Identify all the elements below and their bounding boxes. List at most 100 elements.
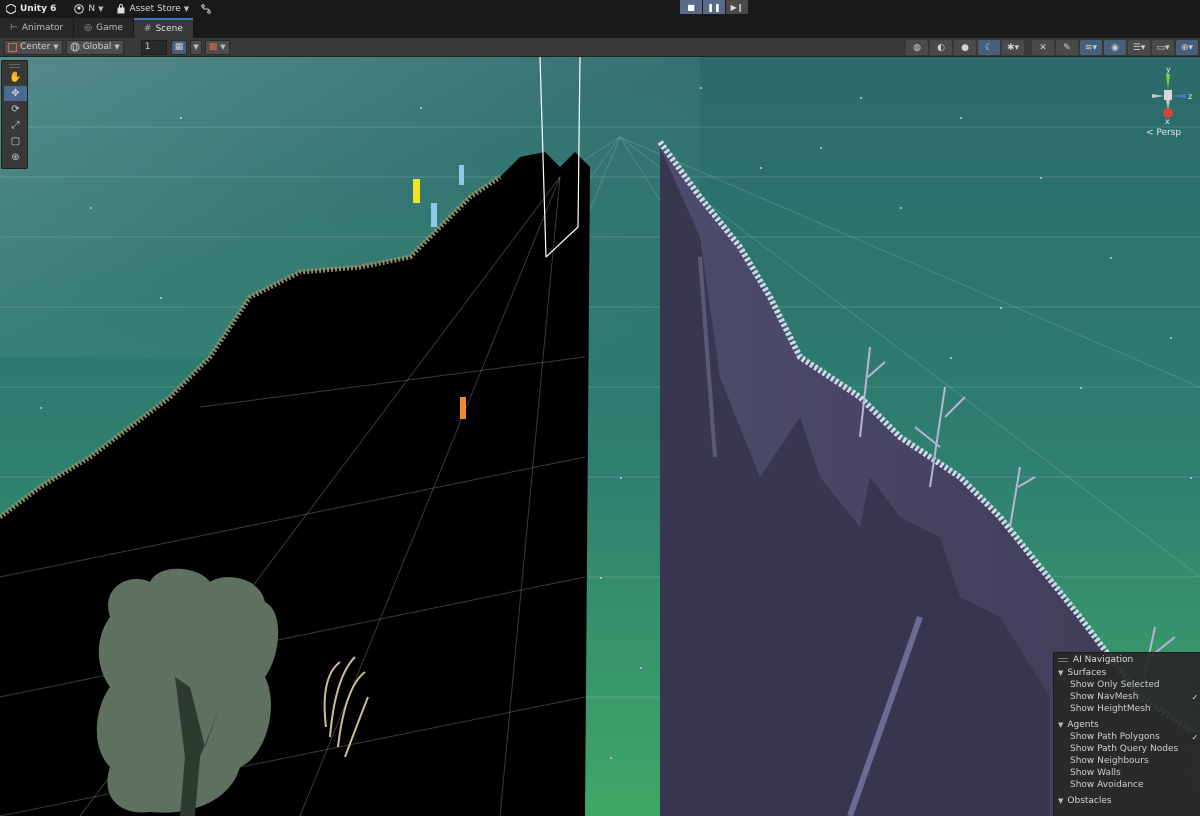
checkbox[interactable]: [1190, 744, 1200, 754]
grid-hash-icon: #: [143, 24, 152, 34]
option-show-heightmesh[interactable]: Show HeightMesh: [1054, 703, 1200, 715]
2d-toggle-icon[interactable]: ✕: [1032, 40, 1054, 55]
pivot-icon: [8, 42, 17, 52]
account-label: N: [88, 4, 96, 14]
globe-icon: [70, 42, 80, 52]
triangle-down-icon: ▼: [1058, 796, 1064, 805]
tab-game[interactable]: ◎ Game: [74, 18, 133, 38]
obstacles-section-header[interactable]: ▼ Obstacles: [1054, 794, 1200, 807]
orange-light: [460, 397, 466, 419]
section-label: Surfaces: [1067, 667, 1107, 678]
projection-toggle[interactable]: < Persp: [1146, 128, 1181, 138]
effects-layers-icon[interactable]: ≋▾: [1080, 40, 1102, 55]
option-label: Show Avoidance: [1070, 780, 1144, 790]
chevron-down-icon: ▼: [183, 5, 190, 13]
scene-view-options: ◍ ◐ ● ☾ ✱▾ ✕ ✎ ≋▾ ◉ ☰▾ ▭▾ ⊕▾: [906, 40, 1198, 55]
visibility-eye-icon[interactable]: ◉: [1104, 40, 1126, 55]
audio-mute-icon[interactable]: ✎: [1056, 40, 1078, 55]
unity-logo-icon: [5, 3, 17, 15]
chevron-down-icon: ▼: [114, 43, 120, 51]
checkbox[interactable]: [1190, 756, 1200, 766]
space-mode-dropdown[interactable]: Global ▼: [65, 39, 124, 55]
grid-visibility-button[interactable]: ▦: [170, 39, 188, 55]
gizmo-y-label: y: [1166, 65, 1171, 74]
scale-tool-icon[interactable]: ⤢: [4, 118, 27, 133]
option-label: Show Walls: [1070, 768, 1121, 778]
pivot-label: Center: [20, 42, 51, 52]
option-show-navmesh[interactable]: Show NavMesh ✓: [1054, 691, 1200, 703]
debug-bug-icon[interactable]: ✱▾: [1002, 40, 1024, 55]
shaded-wireframe-icon[interactable]: ◐: [930, 40, 952, 55]
checkmark-icon[interactable]: ✓: [1190, 732, 1200, 742]
gizmo-z-label: z: [1188, 92, 1193, 101]
option-show-walls[interactable]: Show Walls: [1054, 767, 1200, 779]
pivot-mode-dropdown[interactable]: Center ▼: [4, 39, 63, 55]
move-tool-icon[interactable]: ✥: [4, 86, 27, 101]
palette-grip[interactable]: [9, 64, 20, 68]
camera-icon[interactable]: ▭▾: [1152, 40, 1174, 55]
option-label: Show Neighbours: [1070, 756, 1149, 766]
grid-snap-input[interactable]: 1: [140, 39, 167, 55]
option-show-avoidance[interactable]: Show Avoidance: [1054, 779, 1200, 791]
wireframe-draw-mode-icon[interactable]: ◍: [906, 40, 928, 55]
tab-label: Animator: [21, 23, 64, 33]
checkbox[interactable]: [1190, 680, 1200, 690]
account-icon: [74, 4, 85, 14]
branch-icon: [201, 4, 211, 14]
overlay-grip: [1058, 657, 1068, 662]
grid-icon: ▦: [174, 42, 184, 52]
triangle-down-icon: ▼: [1058, 720, 1064, 729]
scene-render: [0, 57, 1200, 816]
tab-animator[interactable]: ⊢ Animator: [0, 18, 74, 38]
gizmos-globe-icon[interactable]: ⊕▾: [1176, 40, 1198, 55]
section-label: Obstacles: [1067, 795, 1112, 806]
chevron-down-icon: ▼: [53, 43, 59, 51]
layers-stack-icon[interactable]: ☰▾: [1128, 40, 1150, 55]
checkbox[interactable]: [1190, 704, 1200, 714]
grid-options-dropdown[interactable]: ▼: [190, 39, 202, 55]
option-label: Show Path Query Nodes: [1070, 744, 1179, 754]
option-show-only-selected[interactable]: Show Only Selected: [1054, 679, 1200, 691]
option-label: Show HeightMesh: [1070, 704, 1151, 714]
playmode-controls: ■ ❚❚ ▶❙: [680, 0, 748, 14]
checkbox[interactable]: [1190, 780, 1200, 790]
option-show-path-polygons[interactable]: Show Path Polygons ✓: [1054, 731, 1200, 743]
gizmo-x-label: x: [1165, 117, 1170, 126]
overlay-title-bar[interactable]: AI Navigation: [1054, 653, 1200, 666]
tab-scene[interactable]: # Scene: [133, 18, 193, 38]
tab-label: Scene: [155, 24, 183, 34]
scene-toolbar: Center ▼ Global ▼ 1 ▦ ▼ ▩ ▼ ◍ ◐ ● ☾ ✱▾ ✕…: [0, 38, 1200, 57]
animator-icon: ⊢: [10, 23, 18, 33]
checkbox[interactable]: [1190, 768, 1200, 778]
shopping-bag-icon: [116, 4, 126, 14]
option-label: Show Only Selected: [1070, 680, 1160, 690]
snap-increment-button[interactable]: ▩ ▼: [204, 39, 230, 55]
account-dropdown[interactable]: N ▼: [68, 0, 109, 18]
agents-section-header[interactable]: ▼ Agents: [1054, 718, 1200, 731]
shaded-sphere-icon[interactable]: ●: [954, 40, 976, 55]
section-label: Agents: [1067, 719, 1099, 730]
rect-tool-icon[interactable]: ▢: [4, 134, 27, 149]
lighting-moon-icon[interactable]: ☾: [978, 40, 1000, 55]
app-title: Unity 6: [20, 4, 57, 14]
surfaces-section-header[interactable]: ▼ Surfaces: [1054, 666, 1200, 679]
chevron-down-icon: ▼: [193, 43, 199, 51]
hand-tool-icon[interactable]: ✋: [4, 70, 27, 85]
transform-tool-icon[interactable]: ⊛: [4, 150, 27, 165]
checkmark-icon[interactable]: ✓: [1190, 692, 1200, 702]
triangle-down-icon: ▼: [1058, 668, 1064, 677]
option-show-neighbours[interactable]: Show Neighbours: [1054, 755, 1200, 767]
rotate-tool-icon[interactable]: ⟳: [4, 102, 27, 117]
snap-icon: ▩: [208, 42, 218, 52]
version-control-button[interactable]: [195, 0, 221, 18]
option-show-path-query-nodes[interactable]: Show Path Query Nodes: [1054, 743, 1200, 755]
unity-logo-title[interactable]: Unity 6: [0, 0, 62, 18]
stop-button[interactable]: ■: [680, 0, 702, 14]
tool-palette: ✋ ✥ ⟳ ⤢ ▢ ⊛: [1, 60, 28, 169]
option-label: Show NavMesh: [1070, 692, 1139, 702]
tab-label: Game: [96, 23, 123, 33]
asset-store-dropdown[interactable]: Asset Store ▼: [110, 0, 196, 18]
scene-viewport[interactable]: [0, 57, 1200, 816]
step-button[interactable]: ▶❙: [726, 0, 748, 14]
pause-button[interactable]: ❚❚: [703, 0, 725, 14]
